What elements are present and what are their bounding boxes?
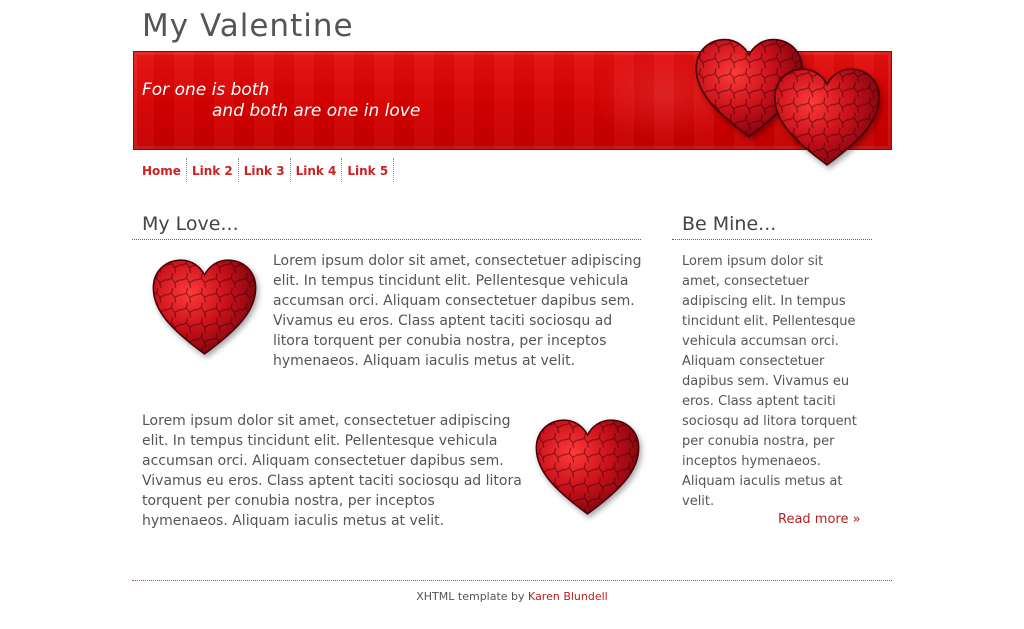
main-paragraph-1: Lorem ipsum dolor sit amet, consectetuer… [273,253,642,369]
tagline-line-1: For one is both [142,80,270,100]
main-paragraph-2: Lorem ipsum dolor sit amet, consectetuer… [142,413,522,529]
main-navigation: Home Link 2 Link 3 Link 4 Link 5 [137,158,395,182]
footer-author-link[interactable]: Karen Blundell [528,590,608,603]
footer-divider [132,580,892,581]
site-title: My Valentine [142,8,354,44]
nav-link-2[interactable]: Link 2 [187,158,239,182]
nav-link-home[interactable]: Home [137,158,187,182]
nav-link-3[interactable]: Link 3 [239,158,291,182]
main-section-title: My Love... [132,213,641,240]
nav-link-5[interactable]: Link 5 [342,158,395,182]
tagline-line-2: and both are one in love [212,101,421,121]
footer: XHTML template by Karen Blundell [0,590,1024,603]
heart-icon [534,418,641,516]
read-more-link[interactable]: Read more » [778,512,861,527]
footer-credit-text: XHTML template by [416,590,525,603]
heart-icon [772,67,882,167]
sidebar-text: Lorem ipsum dolor sit amet, consectetuer… [682,254,857,509]
sidebar-title: Be Mine... [672,213,872,240]
banner-tagline: For one is both and both are one in love [142,80,420,122]
nav-link-4[interactable]: Link 4 [291,158,343,182]
